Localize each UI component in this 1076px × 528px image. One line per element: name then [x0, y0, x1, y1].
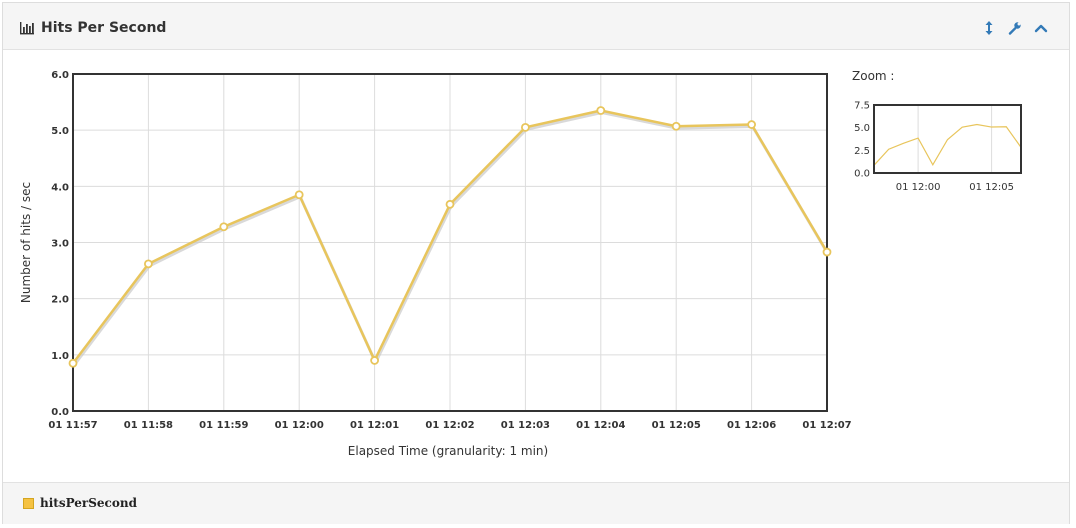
x-tick-label: 01 12:04	[576, 420, 625, 431]
y-tick-label: 3.0	[51, 239, 69, 250]
y-tick-label: 2.0	[51, 295, 69, 306]
zoom-label: Zoom :	[852, 69, 894, 83]
data-point	[294, 190, 304, 200]
legend-label: hitsPerSecond	[40, 496, 137, 510]
legend-footer: hitsPerSecond	[3, 482, 1069, 524]
x-tick-label: 01 12:00	[275, 420, 324, 431]
y-tick-label: 6.0	[51, 70, 69, 81]
zoom-x-tick-label: 01 12:00	[896, 182, 941, 193]
zoom-series-line	[873, 123, 1022, 167]
series-shadow	[72, 111, 830, 367]
x-tick-label: 01 11:59	[199, 420, 248, 431]
data-point	[747, 120, 756, 129]
zoom-y-tick-label: 5.0	[854, 123, 870, 134]
y-tick-label: 5.0	[51, 126, 69, 137]
x-axis-title: Elapsed Time (granularity: 1 min)	[348, 444, 548, 458]
y-tick-label: 4.0	[51, 182, 69, 193]
x-tick-label: 01 11:57	[48, 420, 97, 431]
hits-per-second-panel: Hits Per Second 0.0 1.0 2.0 3.0 4.0 5.0 …	[2, 2, 1070, 524]
panel-title: Hits Per Second	[19, 18, 166, 38]
data-point	[521, 122, 530, 132]
bar-chart-icon	[19, 21, 35, 35]
data-point	[596, 106, 606, 115]
panel-header: Hits Per Second	[3, 3, 1069, 50]
chart-area: 0.0 1.0 2.0 3.0 4.0 5.0 6.0 01 11:57 01 11:58 01 …	[3, 50, 1069, 482]
wrench-icon[interactable]	[1007, 20, 1023, 36]
panel-title-text: Hits Per Second	[41, 20, 167, 36]
data-point	[219, 222, 229, 232]
x-tick-label: 01 12:06	[727, 420, 776, 431]
x-tick-label: 01 12:07	[802, 420, 851, 431]
legend[interactable]: hitsPerSecond	[23, 496, 137, 510]
x-tick-label: 01 11:58	[124, 420, 173, 431]
data-point	[822, 247, 832, 257]
y-tick-label: 1.0	[51, 351, 69, 362]
legend-swatch	[23, 497, 34, 509]
x-tick-label: 01 12:02	[425, 420, 474, 431]
expand-vertical-icon[interactable]	[981, 20, 997, 36]
data-point	[445, 199, 455, 209]
data-point	[370, 356, 380, 365]
x-tick-label: 01 12:05	[652, 420, 701, 431]
zoom-x-tick-label: 01 12:05	[969, 182, 1014, 193]
collapse-icon[interactable]	[1033, 20, 1049, 36]
zoom-y-tick-label: 2.5	[854, 146, 870, 157]
data-point	[671, 121, 681, 131]
zoom-y-tick-label: 7.5	[854, 101, 870, 112]
x-tick-label: 01 12:03	[501, 420, 550, 431]
data-point	[143, 259, 153, 269]
zoom-y-tick-label: 0.0	[854, 169, 870, 180]
y-axis-title: Number of hits / sec	[19, 182, 33, 303]
y-tick-label: 0.0	[51, 407, 69, 418]
data-point	[68, 358, 78, 368]
hits-chart[interactable]: 0.0 1.0 2.0 3.0 4.0 5.0 6.0 01 11:57 01 11:58 01 …	[3, 50, 1069, 482]
x-tick-label: 01 12:01	[350, 420, 399, 431]
panel-tools	[981, 20, 1049, 36]
